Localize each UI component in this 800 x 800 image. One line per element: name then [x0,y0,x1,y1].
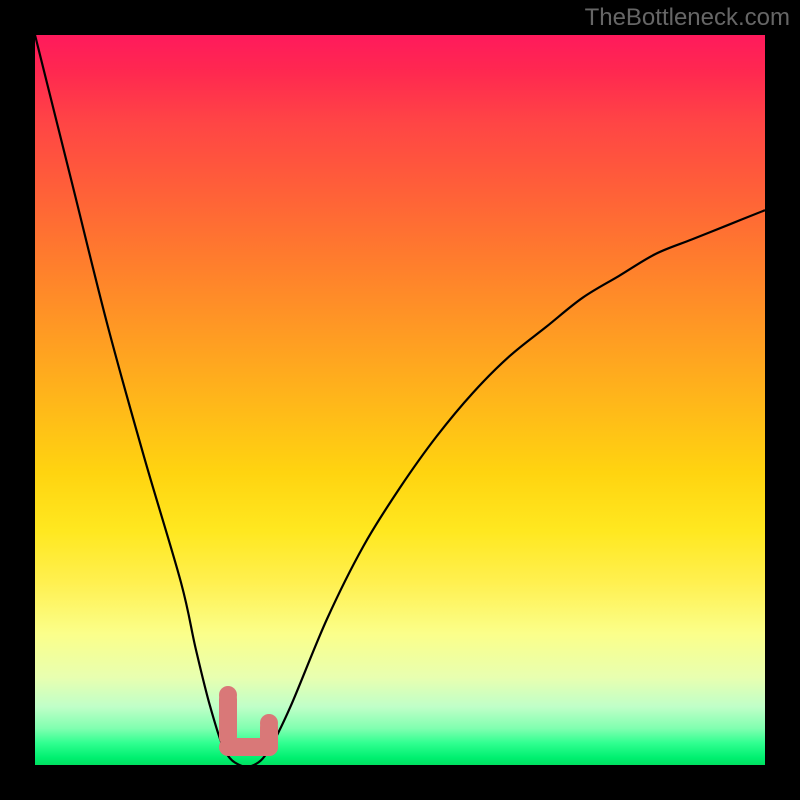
plot-area [35,35,765,765]
optimal-range-marker [35,35,765,765]
chart-container: TheBottleneck.com [0,0,800,800]
watermark-text: TheBottleneck.com [585,4,790,32]
